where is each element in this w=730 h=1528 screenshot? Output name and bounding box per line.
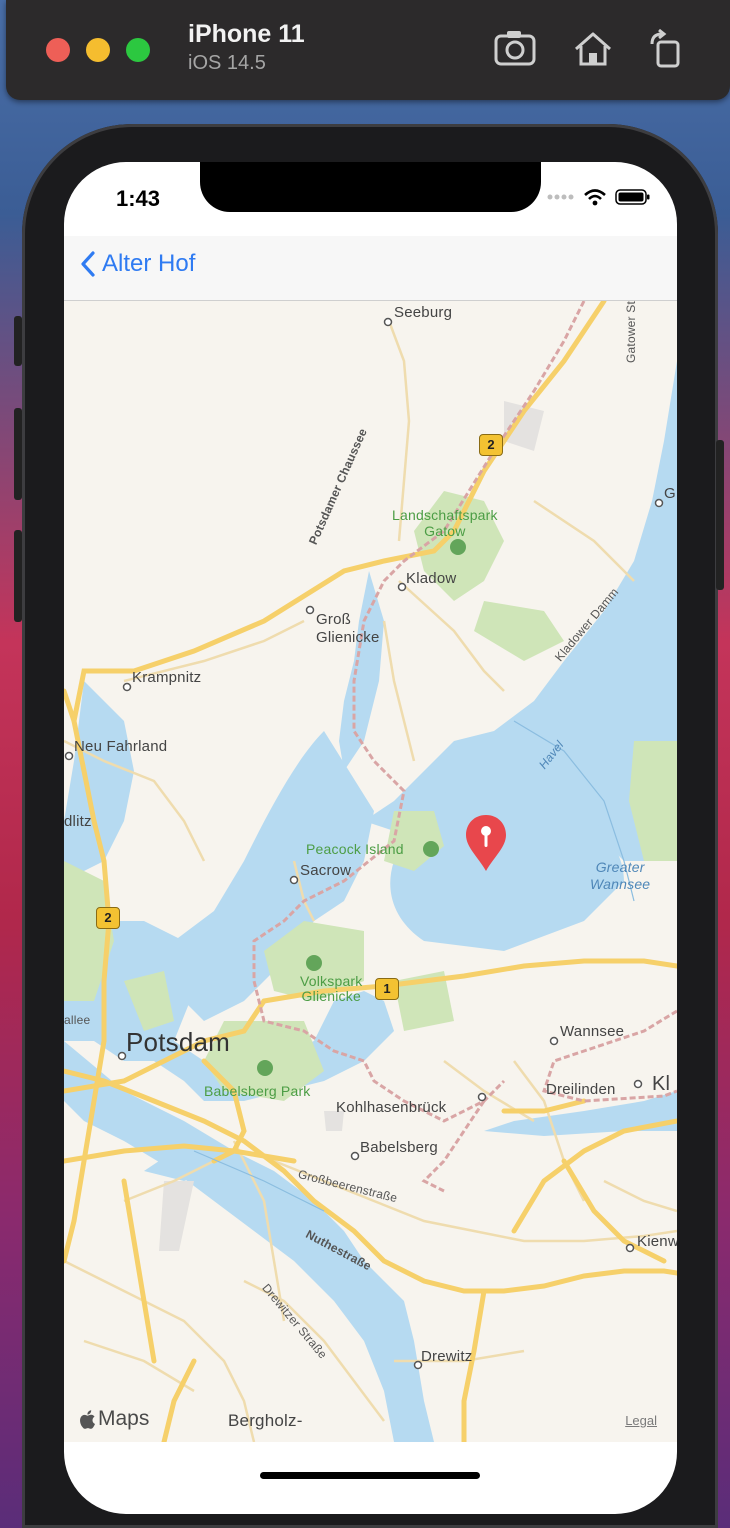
highway-shield: 2 bbox=[96, 907, 120, 929]
map-view[interactable]: Seeburg Gatower Straße Potsdamer Chausse… bbox=[64, 301, 677, 1442]
power-button bbox=[716, 440, 724, 590]
highway-shield: 1 bbox=[375, 978, 399, 1000]
chevron-left-icon bbox=[81, 251, 95, 277]
os-version: iOS 14.5 bbox=[188, 52, 266, 74]
park-label-landschaftspark: Landschaftspark Gatow bbox=[392, 507, 498, 539]
park-label-peacock-island: Peacock Island bbox=[306, 841, 404, 857]
back-button-label: Alter Hof bbox=[102, 250, 196, 277]
notch bbox=[200, 162, 541, 212]
road-label-allee: allee bbox=[64, 1013, 91, 1027]
place-label-bergholz: Bergholz- bbox=[228, 1411, 303, 1430]
device-name: iPhone 11 bbox=[188, 20, 305, 48]
status-time: 1:43 bbox=[116, 186, 161, 211]
place-label-kladow: Kladow bbox=[406, 570, 457, 587]
back-button[interactable]: Alter Hof bbox=[80, 250, 195, 278]
home-icon[interactable] bbox=[570, 28, 616, 70]
legal-link[interactable]: Legal bbox=[625, 1413, 657, 1428]
water-label-greater-wannsee: Greater Wannsee bbox=[590, 859, 651, 892]
volume-up-button bbox=[14, 408, 22, 500]
place-label-drewitz: Drewitz bbox=[421, 1348, 473, 1365]
rotate-icon[interactable] bbox=[644, 28, 690, 70]
place-label-kl: Kl bbox=[652, 1073, 671, 1095]
place-label-gross-glienicke: Groß Glienicke bbox=[316, 611, 380, 646]
place-label-kohlhasenbrueck: Kohlhasenbrück bbox=[336, 1099, 447, 1116]
place-label-kienw: Kienw bbox=[637, 1233, 677, 1250]
apple-logo-icon bbox=[80, 1409, 95, 1429]
phone-screen: 1:43 Alter Hof Seeburg Gatower Straße Po… bbox=[64, 162, 677, 1514]
place-label-wannsee: Wannsee bbox=[560, 1023, 625, 1040]
battery-icon bbox=[615, 189, 650, 205]
park-label-volkspark-glienicke: Volkspark Glienicke bbox=[300, 973, 363, 1004]
place-label-seeburg: Seeburg bbox=[394, 304, 453, 321]
place-label-g-edge: G bbox=[664, 485, 676, 502]
place-label-dreilinden: Dreilinden bbox=[546, 1081, 616, 1098]
place-label-dlitz: dlitz bbox=[64, 813, 92, 830]
silent-switch bbox=[14, 316, 22, 366]
signal-icon bbox=[547, 194, 574, 200]
navigation-bar: Alter Hof bbox=[64, 236, 677, 301]
status-indicators bbox=[547, 188, 651, 206]
volume-down-button bbox=[14, 530, 22, 622]
road-label-gatower-strasse: Gatower Straße bbox=[624, 301, 638, 363]
home-indicator[interactable] bbox=[260, 1472, 480, 1479]
screenshot-icon[interactable] bbox=[492, 28, 538, 70]
highway-shield: 2 bbox=[479, 434, 503, 456]
map-pin-icon[interactable] bbox=[464, 813, 508, 873]
maps-brand-label: Maps bbox=[98, 1407, 150, 1430]
map-base-layer bbox=[64, 301, 677, 1442]
apple-maps-logo: Maps bbox=[78, 1407, 149, 1431]
park-label-babelsberg-park: Babelsberg Park bbox=[204, 1083, 311, 1099]
wifi-icon bbox=[584, 189, 606, 206]
minimize-window-button[interactable] bbox=[86, 38, 110, 62]
zoom-window-button[interactable] bbox=[126, 38, 150, 62]
place-label-krampnitz: Krampnitz bbox=[132, 669, 202, 686]
place-label-sacrow: Sacrow bbox=[300, 862, 352, 879]
place-label-neu-fahrland: Neu Fahrland bbox=[74, 738, 168, 755]
simulator-titlebar: iPhone 11 iOS 14.5 bbox=[6, 0, 730, 100]
place-label-potsdam: Potsdam bbox=[126, 1027, 231, 1057]
place-label-babelsberg: Babelsberg bbox=[360, 1139, 438, 1156]
close-window-button[interactable] bbox=[46, 38, 70, 62]
